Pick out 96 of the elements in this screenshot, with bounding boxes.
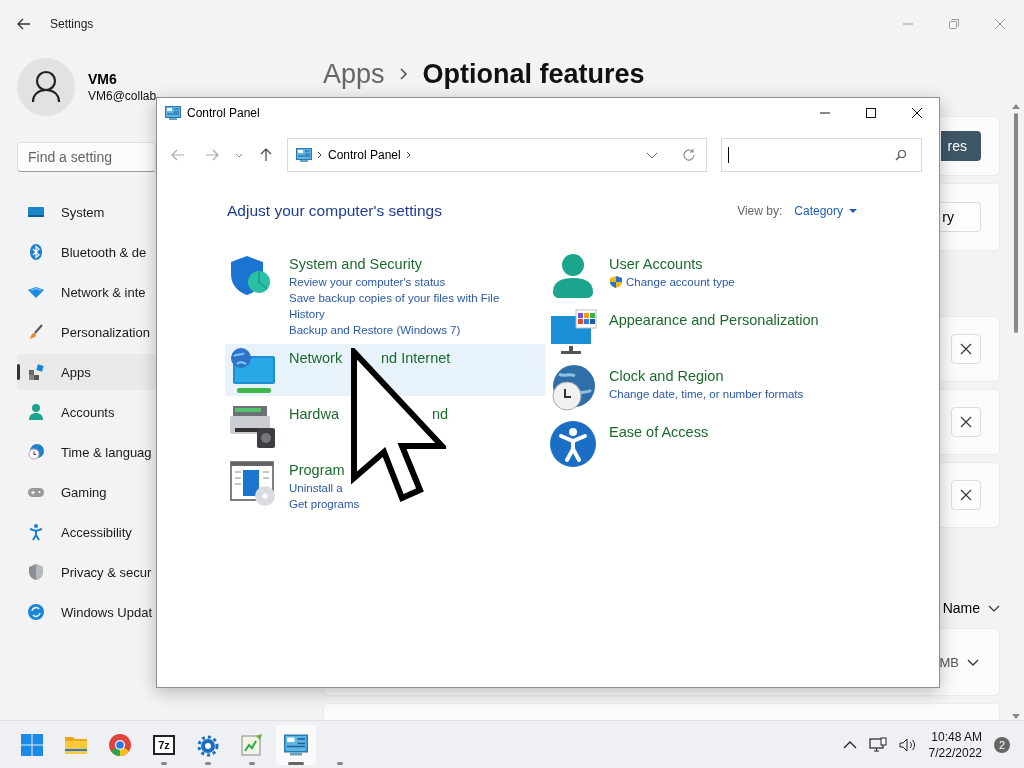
search-field[interactable] xyxy=(721,138,922,172)
scrollbar[interactable] xyxy=(1012,103,1020,720)
category-link[interactable]: Backup and Restore (Windows 7) xyxy=(289,322,461,338)
speaker-icon[interactable] xyxy=(898,736,917,753)
date-text: 7/22/2022 xyxy=(928,745,982,760)
breadcrumb-link[interactable]: Apps xyxy=(323,58,385,90)
category-title[interactable]: nd Internet xyxy=(381,350,451,366)
taskbar-app[interactable]: 7z xyxy=(144,724,184,765)
page-heading: Adjust your computer's settings xyxy=(227,202,442,220)
window-title: Control Panel xyxy=(187,106,260,120)
apps-icon xyxy=(27,363,45,381)
category-item[interactable]: System and Security Review your computer's status Save backup copies of your files with File History Backup and Restore (Windows 7) xyxy=(225,250,545,340)
feature-size: MB xyxy=(939,654,959,670)
user-name: VM6 xyxy=(88,71,118,87)
notification-badge[interactable]: 2 xyxy=(994,736,1010,753)
remove-button[interactable] xyxy=(951,407,981,437)
taskbar-app[interactable] xyxy=(276,724,316,765)
nav-item[interactable]: Privacy & secur xyxy=(17,554,156,590)
browser-icon xyxy=(108,732,132,757)
close-icon xyxy=(960,416,972,428)
category-title[interactable]: Network xyxy=(289,350,381,366)
view-by-dropdown[interactable]: Category xyxy=(794,204,857,218)
user-email: VM6@collab xyxy=(88,89,157,103)
page-title: Optional features xyxy=(422,58,645,90)
nav-item[interactable]: System xyxy=(17,194,156,230)
access-icon xyxy=(549,420,597,468)
bluetooth-icon xyxy=(27,243,45,261)
search-field[interactable]: Find a setting xyxy=(17,142,156,172)
category-item[interactable]: Ease of Access xyxy=(545,418,865,470)
restore-icon[interactable] xyxy=(948,18,960,30)
clock-icon xyxy=(549,364,597,412)
accounts-icon xyxy=(27,403,45,421)
back-arrow-icon[interactable] xyxy=(16,16,32,32)
control-panel-icon xyxy=(165,106,181,120)
nav-item[interactable]: Windows Updat xyxy=(17,594,156,630)
remove-button[interactable] xyxy=(951,480,981,510)
category-item[interactable]: Network nd Internet xyxy=(225,344,545,396)
nav-item[interactable]: Gaming xyxy=(17,474,156,510)
maximize-icon[interactable] xyxy=(865,107,877,119)
view-by-label: View by: xyxy=(737,204,783,218)
scroll-up-icon[interactable] xyxy=(1012,103,1020,109)
category-title[interactable]: nd xyxy=(432,406,449,422)
up-arrow-icon[interactable] xyxy=(259,148,273,162)
close-icon xyxy=(960,489,972,501)
category-link[interactable]: Uninstall a xyxy=(289,480,343,496)
category-title[interactable]: System and Security xyxy=(289,256,422,272)
search-icon[interactable] xyxy=(895,149,907,161)
close-icon xyxy=(960,343,972,355)
category-title[interactable]: Clock and Region xyxy=(609,368,724,384)
network-icon xyxy=(229,346,277,394)
history-button[interactable]: ry xyxy=(938,202,981,232)
nav-item[interactable]: Accessibility xyxy=(17,514,156,550)
nav-item[interactable]: Network & inte xyxy=(17,274,156,310)
nav-item[interactable]: Accounts xyxy=(17,394,156,430)
category-link[interactable]: Change account type xyxy=(626,274,735,290)
control-panel-icon xyxy=(284,732,308,757)
time-text: 10:48 AM xyxy=(931,729,982,744)
accessibility-icon xyxy=(27,523,45,541)
category-link[interactable]: Review your computer's status xyxy=(289,274,446,290)
clock[interactable]: 10:48 AM 7/22/2022 xyxy=(928,729,982,760)
close-icon[interactable] xyxy=(911,107,923,119)
sort-button[interactable]: Name xyxy=(942,595,1000,621)
category-link[interactable]: Save backup copies of your files with File History xyxy=(289,290,517,322)
category-link[interactable]: Change date, time, or number formats xyxy=(609,386,804,402)
category-title[interactable]: Ease of Access xyxy=(609,424,709,440)
category-link[interactable]: Get programs xyxy=(289,496,360,512)
nav-item[interactable]: Bluetooth & de xyxy=(17,234,156,270)
time-icon xyxy=(27,443,45,461)
chart-icon xyxy=(240,732,264,757)
category-item[interactable]: Program Uninstall a Get programs xyxy=(225,456,545,514)
update-icon xyxy=(27,603,45,621)
shield-icon xyxy=(609,275,623,289)
archiver-icon: 7z xyxy=(153,734,175,755)
nav-item[interactable]: Apps xyxy=(17,354,156,390)
caret-icon xyxy=(849,207,857,215)
category-item[interactable]: Appearance and Personalization xyxy=(545,306,865,358)
category-title[interactable]: Program xyxy=(289,462,345,478)
category-title[interactable]: User Accounts xyxy=(609,256,703,272)
view-features-button[interactable]: res xyxy=(940,131,981,161)
nav-item[interactable]: Personalization xyxy=(17,314,156,350)
address-bar[interactable]: Control Panel xyxy=(287,138,707,172)
window-title: Settings xyxy=(50,17,94,31)
network-icon[interactable] xyxy=(868,736,887,753)
programs-icon xyxy=(229,458,277,506)
category-title[interactable]: Appearance and Personalization xyxy=(609,312,819,328)
privacy-icon xyxy=(27,563,45,581)
forward-arrow-icon[interactable] xyxy=(205,148,219,162)
nav-item[interactable]: Time & languag xyxy=(17,434,156,470)
remove-button[interactable] xyxy=(951,334,981,364)
start-icon xyxy=(20,732,44,757)
category-item[interactable]: Clock and Region Change date, time, or number formats xyxy=(545,362,865,414)
category-item[interactable]: Hardwa nd xyxy=(225,400,545,452)
appearance-icon xyxy=(549,308,597,356)
category-item[interactable]: User Accounts Change account type xyxy=(545,250,865,302)
chevron-icon xyxy=(398,66,409,82)
brush-icon xyxy=(27,323,45,341)
